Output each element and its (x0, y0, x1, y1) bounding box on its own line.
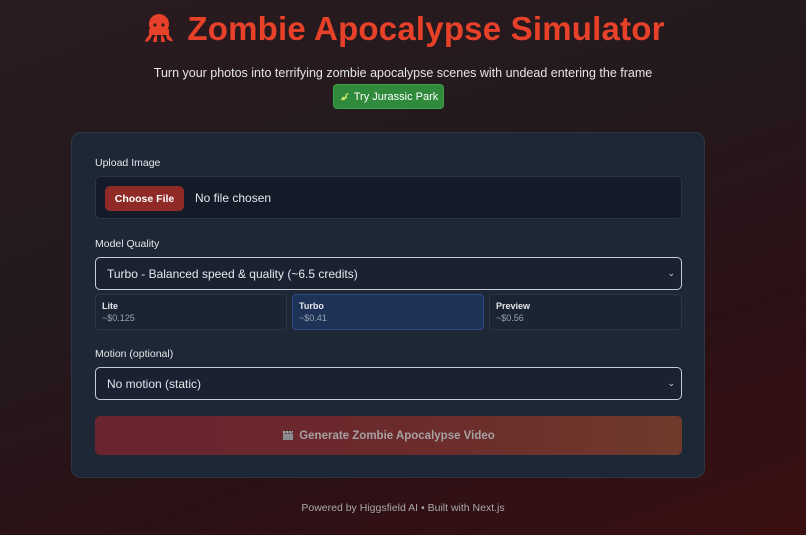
choose-file-button[interactable]: Choose File (105, 186, 184, 211)
try-jurassic-park-label: Try Jurassic Park (353, 90, 439, 103)
page-title: Zombie Apocalypse Simulator (141, 10, 664, 48)
model-option-lite[interactable]: Lite ~$0.125 (95, 294, 287, 330)
model-option-price: ~$0.41 (299, 313, 327, 323)
page-subtitle: Turn your photos into terrifying zombie … (153, 66, 653, 80)
model-option-name: Lite (102, 301, 119, 311)
octopus-icon (145, 14, 174, 42)
page-header: Zombie Apocalypse Simulator Turn your ph… (0, 10, 806, 80)
generate-video-label: Generate Zombie Apocalypse Video (299, 429, 495, 442)
motion-select[interactable]: No motion (static) ⌄ (95, 367, 682, 400)
upload-image-label: Upload Image (95, 157, 161, 169)
chevron-down-icon: ⌄ (667, 378, 675, 388)
footer-text: Powered by Higgsfield AI • Built with Ne… (301, 502, 505, 514)
model-option-preview[interactable]: Preview ~$0.56 (489, 294, 682, 330)
generate-video-button[interactable]: Generate Zombie Apocalypse Video (95, 416, 682, 455)
model-option-name: Turbo (299, 301, 324, 311)
model-option-turbo[interactable]: Turbo ~$0.41 (292, 294, 484, 330)
model-option-price: ~$0.125 (102, 313, 135, 323)
model-quality-select[interactable]: Turbo - Balanced speed & quality (~6.5 c… (95, 257, 682, 290)
dinosaur-icon (340, 92, 348, 101)
generator-form-card: Upload Image Choose File No file chosen … (71, 132, 705, 478)
model-option-price: ~$0.56 (496, 313, 524, 323)
title-text: Zombie Apocalypse Simulator (187, 10, 665, 47)
try-jurassic-park-button[interactable]: Try Jurassic Park (333, 84, 444, 109)
model-options: Lite ~$0.125 Turbo ~$0.41 Preview ~$0.56 (95, 294, 682, 330)
file-upload-input[interactable]: Choose File No file chosen (95, 176, 682, 219)
no-file-chosen-text: No file chosen (195, 191, 272, 205)
chevron-down-icon: ⌄ (667, 268, 675, 278)
model-option-name: Preview (496, 301, 531, 311)
model-quality-label: Model Quality (95, 238, 160, 250)
clapperboard-icon (283, 430, 294, 440)
motion-selected-value: No motion (static) (107, 376, 202, 391)
model-quality-selected-value: Turbo - Balanced speed & quality (~6.5 c… (107, 266, 358, 281)
motion-label: Motion (optional) (95, 348, 174, 360)
